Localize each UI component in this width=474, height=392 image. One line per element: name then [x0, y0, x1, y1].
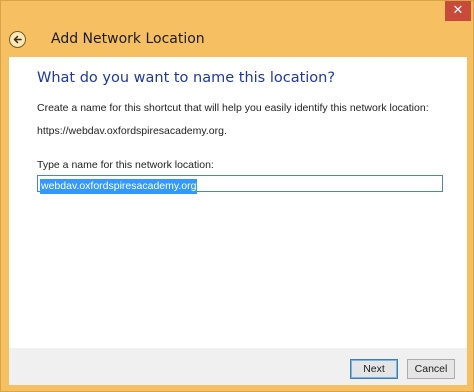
- back-button[interactable]: [9, 31, 26, 48]
- title-bar: ✕ Add Network Location: [1, 1, 474, 57]
- network-url-text: https://webdav.oxfordspiresacademy.org.: [37, 125, 227, 137]
- name-field-label: Type a name for this network location:: [37, 159, 214, 171]
- wizard-content: What do you want to name this location? …: [9, 57, 467, 348]
- next-button[interactable]: Next: [350, 359, 398, 379]
- back-arrow-icon: [13, 35, 22, 44]
- description-text: Create a name for this shortcut that wil…: [37, 102, 429, 114]
- button-bar: Next Cancel: [9, 348, 467, 385]
- close-icon: ✕: [452, 3, 464, 18]
- close-button[interactable]: ✕: [445, 1, 471, 21]
- location-name-input[interactable]: webdav.oxfordspiresacademy.org: [37, 175, 443, 194]
- window-title: Add Network Location: [51, 31, 205, 47]
- cancel-button[interactable]: Cancel: [407, 359, 455, 379]
- dialog-window: ✕ Add Network Location What do you want …: [0, 0, 474, 392]
- page-heading: What do you want to name this location?: [37, 70, 336, 86]
- selected-name-text: webdav.oxfordspiresacademy.org: [40, 179, 198, 194]
